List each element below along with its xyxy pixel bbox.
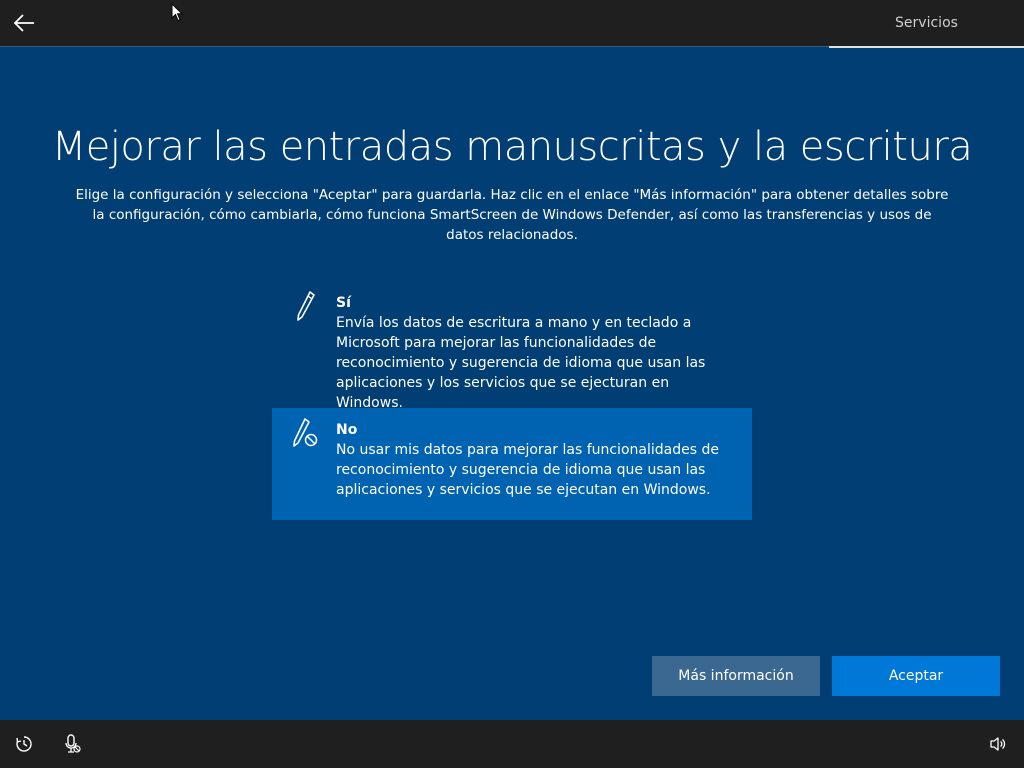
volume-button[interactable] [988, 734, 1008, 754]
more-info-button[interactable]: Más información [652, 656, 820, 696]
option-yes-description: Envía los datos de escritura a mano y en… [336, 315, 706, 411]
top-bar: Servicios [0, 0, 1024, 48]
accept-button[interactable]: Aceptar [832, 656, 1000, 696]
page-subtitle: Elige la configuración y selecciona "Ace… [75, 187, 949, 243]
ease-of-access-button[interactable] [14, 734, 34, 754]
option-no-description: No usar mis datos para mejorar las funci… [336, 442, 719, 498]
ease-of-access-icon [16, 736, 32, 752]
option-yes-title: Sí [336, 295, 351, 311]
option-yes[interactable]: Sí Envía los datos de escritura a mano y… [272, 281, 752, 411]
microphone-button[interactable] [62, 734, 82, 754]
pen-disabled-icon [293, 418, 318, 447]
volume-icon [990, 737, 1006, 751]
section-tab-services: Servicios [829, 0, 1024, 48]
page-title: Mejorar las entradas manuscritas y la es… [51, 124, 973, 170]
option-no[interactable]: No No usar mis datos para mejorar las fu… [272, 408, 752, 520]
section-tab-underline [829, 46, 1024, 48]
section-tab-label: Servicios [895, 15, 958, 31]
bottom-bar [0, 720, 1024, 768]
arrow-left-icon [13, 14, 34, 32]
microphone-icon [65, 734, 81, 753]
top-bar-divider [0, 46, 829, 47]
back-button[interactable] [8, 8, 40, 38]
mouse-pointer-icon [171, 3, 183, 22]
oobe-page: Servicios Mejorar las entradas manuscrit… [0, 0, 1024, 768]
option-no-title: No [336, 422, 358, 438]
pen-icon [297, 291, 315, 321]
